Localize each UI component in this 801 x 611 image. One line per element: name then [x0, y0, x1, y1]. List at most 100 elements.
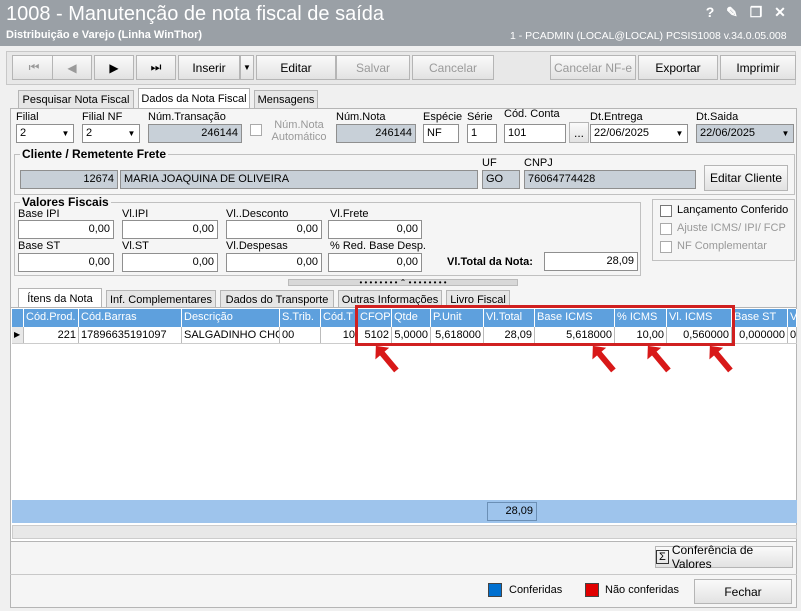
col-cod-prod[interactable]: Cód.Prod. [24, 309, 79, 327]
dt-entrega-field[interactable]: 22/06/2025 ▼ [590, 124, 688, 143]
filial-select[interactable]: 2 ▼ [16, 124, 74, 143]
chevron-down-icon: ▼ [672, 125, 687, 142]
imprimir-button[interactable]: Imprimir [720, 55, 796, 80]
nf-complementar-checkbox[interactable] [660, 241, 672, 253]
edit-icon[interactable]: ✎ [722, 4, 742, 21]
legend-conferidas-label: Conferidas [509, 584, 563, 596]
last-record-button[interactable]: ⏭ [136, 55, 176, 80]
cod-conta-field[interactable]: 101 [504, 124, 566, 143]
vl-frete-field[interactable]: 0,00 [328, 220, 422, 239]
col-cod-barras[interactable]: Cód.Barras [79, 309, 182, 327]
cancelar-button[interactable]: Cancelar [412, 55, 494, 80]
fechar-button[interactable]: Fechar [694, 579, 792, 604]
vl-frete-label: Vl.Frete [330, 208, 369, 220]
cell-base-st[interactable]: 0,000000 [732, 327, 788, 343]
close-icon[interactable]: ✕ [770, 4, 790, 21]
cliente-uf-field[interactable]: GO [482, 170, 520, 189]
col-base-st[interactable]: Base ST [732, 309, 788, 327]
ajuste-label: Ajuste ICMS/ IPI/ FCP [677, 222, 786, 234]
tab-dados-nota[interactable]: Dados da Nota Fiscal [138, 88, 250, 109]
num-transacao-label: Núm.Transação [148, 111, 226, 123]
num-nota-auto-label: Núm.Nota Automático [271, 119, 327, 143]
salvar-button[interactable]: Salvar [336, 55, 410, 80]
red-base-field[interactable]: 0,00 [328, 253, 422, 272]
vl-despesas-field[interactable]: 0,00 [226, 253, 322, 272]
cnpj-label: CNPJ [524, 157, 553, 169]
cell-cod-prod[interactable]: 221 [24, 327, 79, 343]
cod-conta-search-button[interactable]: ... [569, 122, 589, 143]
filial-value: 2 [20, 127, 27, 139]
base-st-label: Base ST [18, 240, 61, 252]
dt-saida-value: 22/06/2025 [700, 127, 756, 139]
window-title: 1008 - Manutenção de nota fiscal de saíd… [6, 3, 385, 25]
help-icon[interactable]: ? [700, 4, 720, 20]
dt-entrega-value: 22/06/2025 [594, 127, 650, 139]
cliente-cnpj-field[interactable]: 76064774428 [524, 170, 696, 189]
cell-descricao[interactable]: SALGADINHO CHOF [182, 327, 280, 343]
especie-field[interactable]: NF [423, 124, 459, 143]
serie-field[interactable]: 1 [467, 124, 497, 143]
uf-label: UF [482, 157, 497, 169]
col-v[interactable]: V [788, 309, 797, 327]
cell-cod-barras[interactable]: 17896635191097 [79, 327, 182, 343]
tab-mensagens[interactable]: Mensagens [254, 90, 318, 109]
cell-s-trib[interactable]: 00 [280, 327, 321, 343]
filial-nf-value: 2 [86, 127, 93, 139]
base-ipi-field[interactable]: 0,00 [18, 220, 114, 239]
tab-pesquisar[interactable]: Pesquisar Nota Fiscal [18, 90, 134, 109]
prev-record-button[interactable]: ◀ [52, 55, 92, 80]
editar-button[interactable]: Editar [256, 55, 336, 80]
sigma-icon: Σ [656, 550, 669, 564]
especie-label: Espécie [423, 111, 463, 123]
vl-desconto-label: Vl..Desconto [226, 208, 289, 220]
next-record-button[interactable]: ▶ [94, 55, 134, 80]
grid-indicator-header [12, 309, 24, 327]
conferencia-valores-button[interactable]: Σ Conferência de Valores [655, 543, 793, 571]
col-s-trib[interactable]: S.Trib. [280, 309, 321, 327]
inserir-dropdown-icon[interactable]: ▼ [240, 55, 254, 80]
dt-saida-label: Dt.Saida [696, 111, 739, 123]
cliente-title: Cliente / Remetente Frete [20, 147, 169, 161]
col-descricao[interactable]: Descrição [182, 309, 280, 327]
num-nota-field[interactable]: 246144 [336, 124, 416, 143]
cell-v[interactable]: 0 [788, 327, 797, 343]
col-cod-t[interactable]: Cód.T [321, 309, 358, 327]
valores-fiscais-title: Valores Fiscais [20, 195, 111, 209]
exportar-button[interactable]: Exportar [638, 55, 718, 80]
cliente-codigo-field[interactable]: 12674 [20, 170, 118, 189]
num-transacao-field[interactable]: 246144 [148, 124, 242, 143]
base-ipi-label: Base IPI [18, 208, 60, 220]
cell-cod-t[interactable]: 10 [321, 327, 358, 343]
vl-total-field[interactable]: 28,09 [544, 252, 638, 271]
base-st-field[interactable]: 0,00 [18, 253, 114, 272]
lancamento-label: Lançamento Conferido [677, 204, 789, 216]
filial-nf-select[interactable]: 2 ▼ [82, 124, 140, 143]
grid-footer-total: 28,09 [487, 502, 537, 521]
row-pointer-icon: ▶ [12, 327, 24, 343]
restore-icon[interactable]: ❐ [746, 4, 766, 21]
lancamento-checkbox[interactable] [660, 205, 672, 217]
cod-conta-label: Cód. Conta [504, 108, 560, 120]
dt-saida-field[interactable]: 22/06/2025 ▼ [696, 124, 794, 143]
red-base-label: % Red. Base Desp. [330, 240, 426, 252]
serie-label: Série [467, 111, 493, 123]
ajuste-checkbox[interactable] [660, 223, 672, 235]
grid-horizontal-scrollbar[interactable] [12, 525, 797, 539]
vl-desconto-field[interactable]: 0,00 [226, 220, 322, 239]
window-subtitle: Distribuição e Varejo (Linha WinThor) [6, 29, 203, 41]
filial-nf-label: Filial NF [82, 111, 123, 123]
tab-itens-nota[interactable]: Ítens da Nota [18, 288, 102, 309]
inserir-button[interactable]: Inserir [178, 55, 240, 80]
editar-cliente-button[interactable]: Editar Cliente [704, 165, 788, 191]
num-nota-auto-checkbox[interactable] [250, 124, 262, 136]
cancelar-nfe-button[interactable]: Cancelar NF-e [550, 55, 636, 80]
first-record-button[interactable]: ⏮ [12, 55, 56, 80]
splitter-handle[interactable]: • • • • • • • • ⌃ • • • • • • • • [288, 279, 518, 287]
chevron-down-icon: ▼ [124, 125, 139, 142]
legend-conferidas-swatch [488, 583, 502, 597]
nf-complementar-label: NF Complementar [677, 240, 767, 252]
vl-ipi-field[interactable]: 0,00 [122, 220, 218, 239]
vl-st-field[interactable]: 0,00 [122, 253, 218, 272]
cliente-nome-field[interactable]: MARIA JOAQUINA DE OLIVEIRA [120, 170, 478, 189]
conferencia-valores-label: Conferência de Valores [671, 543, 754, 571]
